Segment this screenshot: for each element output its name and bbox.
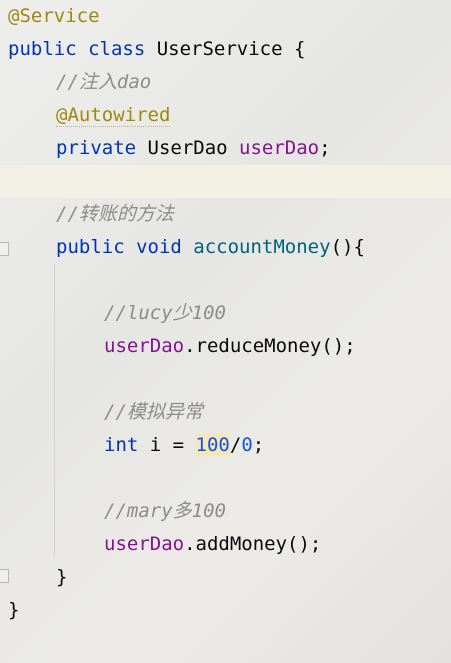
code-token: @Service xyxy=(8,5,100,27)
code-line[interactable] xyxy=(0,462,451,495)
code-token: //lucy少100 xyxy=(104,302,226,324)
code-line[interactable]: //模拟异常 xyxy=(0,396,451,429)
code-token: 100 xyxy=(195,434,230,456)
code-line-text: private UserDao userDao; xyxy=(56,132,331,165)
code-token: void xyxy=(136,236,194,258)
code-line[interactable]: } xyxy=(0,561,451,594)
code-line-text: public void accountMoney(){ xyxy=(56,231,365,264)
code-line[interactable]: public class UserService { xyxy=(0,33,451,66)
code-line-text: userDao.addMoney(); xyxy=(104,528,321,561)
code-token: .reduceMoney(); xyxy=(184,335,356,357)
code-token: //mary多100 xyxy=(104,500,226,522)
code-line[interactable]: //注入dao xyxy=(0,66,451,99)
code-token: } xyxy=(8,599,20,621)
code-line-text: //mary多100 xyxy=(104,495,226,528)
code-token: UserDao xyxy=(147,137,240,159)
code-editor[interactable]: @Service public class UserService {//注入da… xyxy=(0,0,451,663)
code-line[interactable]: //mary多100 xyxy=(0,495,451,528)
code-token: userDao xyxy=(239,137,320,159)
code-line[interactable] xyxy=(0,264,451,297)
code-line[interactable]: //lucy少100 xyxy=(0,297,451,330)
code-token: //模拟异常 xyxy=(104,401,203,423)
code-token: UserService { xyxy=(156,38,306,60)
code-token: int xyxy=(104,434,150,456)
code-token: i = xyxy=(149,434,196,456)
code-line-text: public class UserService { xyxy=(8,33,305,66)
code-token: accountMoney xyxy=(193,236,331,258)
code-line[interactable]: int i = 100/0; xyxy=(0,429,451,462)
code-token: public xyxy=(8,38,89,60)
code-line-text: } xyxy=(56,561,67,594)
code-token: public xyxy=(56,236,137,258)
code-token: (){ xyxy=(330,236,365,258)
code-line-text: @Service xyxy=(8,0,100,33)
code-line-text: userDao.reduceMoney(); xyxy=(104,330,356,363)
code-line[interactable]: @Autowired xyxy=(0,99,451,132)
code-line[interactable] xyxy=(0,363,451,396)
code-line[interactable]: userDao.reduceMoney(); xyxy=(0,330,451,363)
code-line-text: } xyxy=(8,594,19,627)
code-line-text: int i = 100/0; xyxy=(104,429,264,462)
code-token: } xyxy=(56,566,68,588)
code-line[interactable]: public void accountMoney(){ xyxy=(0,231,451,264)
code-line[interactable]: @Service xyxy=(0,0,451,33)
code-line-text: //注入dao xyxy=(56,66,151,99)
code-line-text: //lucy少100 xyxy=(104,297,226,330)
code-line-text: //转账的方法 xyxy=(56,198,174,231)
code-token: ; xyxy=(319,137,331,159)
code-token: 0 xyxy=(241,434,253,456)
code-token: / xyxy=(229,434,242,456)
code-token: .addMoney(); xyxy=(184,533,322,555)
code-line[interactable]: } xyxy=(0,594,451,627)
code-token: userDao xyxy=(104,533,185,555)
code-token: private xyxy=(56,137,148,159)
code-line[interactable]: private UserDao userDao; xyxy=(0,132,451,165)
code-token: //注入dao xyxy=(56,71,152,93)
code-token: //转账的方法 xyxy=(56,203,174,225)
code-token: ; xyxy=(252,434,265,456)
code-token: class xyxy=(88,38,157,60)
code-token: userDao xyxy=(104,335,185,357)
code-line[interactable]: userDao.addMoney(); xyxy=(0,528,451,561)
code-line[interactable]: //转账的方法 xyxy=(0,198,451,231)
code-line-text: @Autowired xyxy=(56,99,171,132)
code-line-text: //模拟异常 xyxy=(104,396,203,429)
code-line[interactable] xyxy=(0,165,451,198)
code-token: @Autowired xyxy=(56,104,171,127)
